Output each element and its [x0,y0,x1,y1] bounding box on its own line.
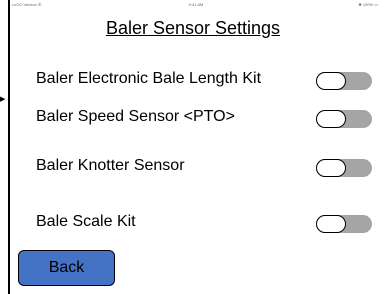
status-bar: •••OO Verizon ✆ 9:41 AM ✱ 100% ▭ [10,1,382,9]
arrow-right-icon: ▶ [0,96,6,103]
setting-label: Baler Speed Sensor <PTO> [36,108,235,125]
toggle-knob [316,159,346,177]
bale-scale-kit-toggle[interactable] [316,215,372,233]
setting-row-bale-length-kit: Baler Electronic Bale Length Kit [36,68,376,92]
setting-label: Baler Electronic Bale Length Kit [36,70,262,87]
battery-status: ✱ 100% ▭ [358,2,378,7]
toggle-knob [316,72,346,90]
speed-sensor-toggle[interactable] [316,110,372,128]
bale-length-kit-toggle[interactable] [316,72,372,90]
setting-row-bale-scale-kit: Bale Scale Kit [36,211,376,235]
toggle-knob [316,110,346,128]
page-title: Baler Sensor Settings [105,18,281,38]
toggle-knob [316,215,346,233]
knotter-sensor-toggle[interactable] [316,159,372,177]
setting-label: Bale Scale Kit [36,213,136,230]
setting-label: Baler Knotter Sensor [36,157,185,174]
status-time: 9:41 AM [188,2,204,7]
back-button[interactable]: Back [18,250,115,286]
setting-row-knotter-sensor: Baler Knotter Sensor [36,155,376,179]
setting-row-speed-sensor: Baler Speed Sensor <PTO> [36,106,376,130]
